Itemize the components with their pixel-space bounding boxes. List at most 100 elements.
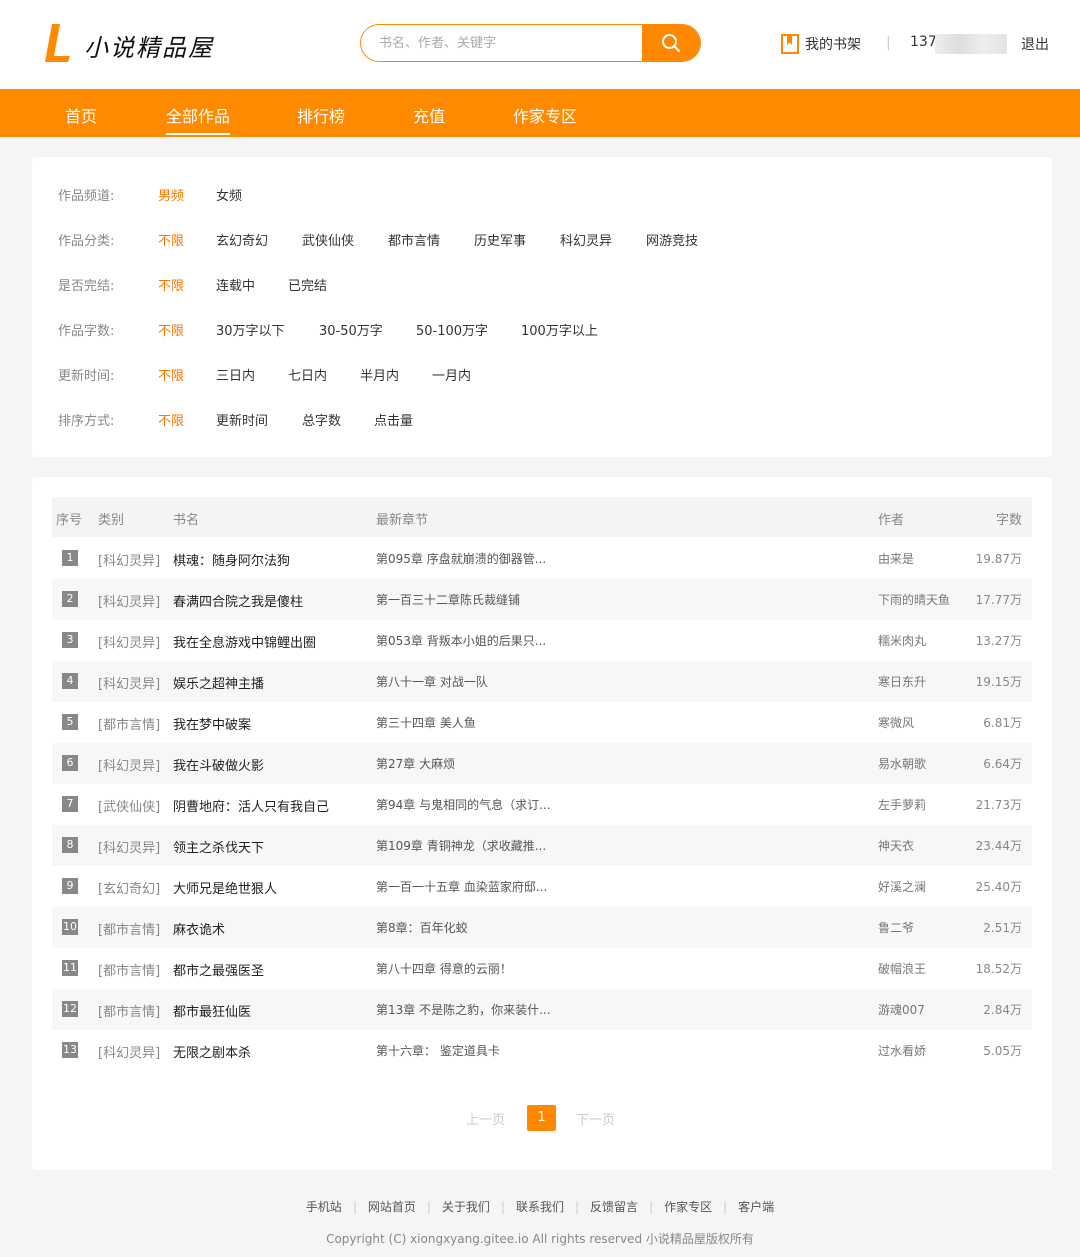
- filter-option[interactable]: 50-100万字: [416, 320, 488, 339]
- row-book-name[interactable]: 都市最狂仙医: [173, 1001, 363, 1020]
- filter-option[interactable]: 不限: [158, 275, 184, 294]
- row-author[interactable]: 游魂007: [878, 1001, 925, 1018]
- row-latest-chapter[interactable]: 第095章 序盘就崩溃的御器管...: [376, 550, 566, 567]
- row-author[interactable]: 左手萝莉: [878, 796, 926, 813]
- footer-link-feedback[interactable]: 反馈留言: [579, 1200, 649, 1214]
- row-author[interactable]: 鲁二爷: [878, 919, 914, 936]
- row-category[interactable]: [都市言情]: [98, 1001, 160, 1020]
- row-latest-chapter[interactable]: 第13章 不是陈之豹，你来装什...: [376, 1001, 566, 1018]
- filter-option[interactable]: 七日内: [288, 365, 327, 384]
- filter-option[interactable]: 男频: [158, 185, 184, 204]
- row-category[interactable]: [科幻灵异]: [98, 755, 160, 774]
- row-author[interactable]: 糯米肉丸: [878, 632, 926, 649]
- filter-option[interactable]: 总字数: [302, 410, 341, 429]
- row-author[interactable]: 过水看娇: [878, 1042, 926, 1059]
- row-category[interactable]: [科幻灵异]: [98, 837, 160, 856]
- filter-option[interactable]: 点击量: [374, 410, 413, 429]
- search-input[interactable]: [361, 25, 644, 61]
- filter-option[interactable]: 半月内: [360, 365, 399, 384]
- row-latest-chapter[interactable]: 第十六章： 鉴定道具卡: [376, 1042, 566, 1059]
- table-row[interactable]: 13 [科幻灵异] 无限之剧本杀 第十六章： 鉴定道具卡 过水看娇 5.05万: [52, 1030, 1032, 1071]
- my-bookshelf-link[interactable]: 我的书架: [781, 33, 861, 55]
- footer-link-contact[interactable]: 联系我们: [505, 1200, 575, 1214]
- row-author[interactable]: 神天衣: [878, 837, 914, 854]
- footer-link-about[interactable]: 关于我们: [431, 1200, 501, 1214]
- prev-page-button[interactable]: 上一页: [466, 1109, 505, 1128]
- row-book-name[interactable]: 无限之剧本杀: [173, 1042, 363, 1061]
- table-row[interactable]: 10 [都市言情] 麻衣诡术 第8章：百年化蛟 鲁二爷 2.51万: [52, 907, 1032, 948]
- filter-option[interactable]: 都市言情: [388, 230, 440, 249]
- filter-option[interactable]: 一月内: [432, 365, 471, 384]
- table-row[interactable]: 9 [玄幻奇幻] 大师兄是绝世狠人 第一百一十五章 血染蓝家府邸... 好溪之澜 25.4…: [52, 866, 1032, 907]
- footer-link-home[interactable]: 网站首页: [357, 1200, 427, 1214]
- filter-option[interactable]: 不限: [158, 410, 184, 429]
- row-category[interactable]: [都市言情]: [98, 919, 160, 938]
- table-row[interactable]: 5 [都市言情] 我在梦中破案 第三十四章 美人鱼 寒微风 6.81万: [52, 702, 1032, 743]
- row-latest-chapter[interactable]: 第八十四章 得意的云丽！: [376, 960, 566, 977]
- row-category[interactable]: [都市言情]: [98, 714, 160, 733]
- table-row[interactable]: 4 [科幻灵异] 娱乐之超神主播 第八十一章 对战一队 寒日东升 19.15万: [52, 661, 1032, 702]
- logout-link[interactable]: 退出: [1021, 34, 1049, 54]
- filter-option[interactable]: 已完结: [288, 275, 327, 294]
- filter-option[interactable]: 不限: [158, 365, 184, 384]
- row-book-name[interactable]: 棋魂：随身阿尔法狗: [173, 550, 363, 569]
- row-latest-chapter[interactable]: 第八十一章 对战一队: [376, 673, 566, 690]
- row-author[interactable]: 寒日东升: [878, 673, 926, 690]
- row-latest-chapter[interactable]: 第27章 大麻烦: [376, 755, 566, 772]
- row-book-name[interactable]: 都市之最强医圣: [173, 960, 363, 979]
- row-author[interactable]: 下雨的晴天鱼: [878, 591, 950, 608]
- row-latest-chapter[interactable]: 第053章 背叛本小姐的后果只...: [376, 632, 566, 649]
- filter-option[interactable]: 女频: [216, 185, 242, 204]
- table-row[interactable]: 1 [科幻灵异] 棋魂：随身阿尔法狗 第095章 序盘就崩溃的御器管... 由来是 19.…: [52, 538, 1032, 579]
- table-row[interactable]: 12 [都市言情] 都市最狂仙医 第13章 不是陈之豹，你来装什... 游魂007 2.8…: [52, 989, 1032, 1030]
- row-book-name[interactable]: 大师兄是绝世狠人: [173, 878, 363, 897]
- filter-option[interactable]: 更新时间: [216, 410, 268, 429]
- row-category[interactable]: [科幻灵异]: [98, 673, 160, 692]
- row-book-name[interactable]: 我在梦中破案: [173, 714, 363, 733]
- table-row[interactable]: 2 [科幻灵异] 春满四合院之我是傻柱 第一百三十二章陈氏裁缝铺 下雨的晴天鱼 17.77…: [52, 579, 1032, 620]
- row-author[interactable]: 寒微风: [878, 714, 914, 731]
- filter-option[interactable]: 30万字以下: [216, 320, 285, 339]
- filter-option[interactable]: 不限: [158, 230, 184, 249]
- row-category[interactable]: [科幻灵异]: [98, 550, 160, 569]
- footer-link-client[interactable]: 客户端: [727, 1200, 785, 1214]
- row-category[interactable]: [武侠仙侠]: [98, 796, 160, 815]
- current-page[interactable]: 1: [527, 1105, 556, 1131]
- table-row[interactable]: 8 [科幻灵异] 领主之杀伐天下 第109章 青铜神龙（求收藏推... 神天衣 23.44…: [52, 825, 1032, 866]
- filter-option[interactable]: 玄幻奇幻: [216, 230, 268, 249]
- footer-link-mobile[interactable]: 手机站: [295, 1200, 353, 1214]
- search-button[interactable]: [642, 25, 700, 61]
- nav-home[interactable]: 首页: [65, 103, 97, 127]
- row-book-name[interactable]: 我在斗破做火影: [173, 755, 363, 774]
- footer-link-author[interactable]: 作家专区: [653, 1200, 723, 1214]
- user-account[interactable]: 137: [910, 34, 937, 50]
- filter-option[interactable]: 连载中: [216, 275, 255, 294]
- row-latest-chapter[interactable]: 第一百一十五章 血染蓝家府邸...: [376, 878, 566, 895]
- row-category[interactable]: [科幻灵异]: [98, 591, 160, 610]
- row-category[interactable]: [玄幻奇幻]: [98, 878, 160, 897]
- row-author[interactable]: 易水朝歌: [878, 755, 926, 772]
- row-latest-chapter[interactable]: 第94章 与鬼相同的气息（求订...: [376, 796, 566, 813]
- nav-rankings[interactable]: 排行榜: [297, 103, 345, 127]
- row-author[interactable]: 破帽浪王: [878, 960, 926, 977]
- filter-option[interactable]: 不限: [158, 320, 184, 339]
- row-latest-chapter[interactable]: 第8章：百年化蛟: [376, 919, 566, 936]
- table-row[interactable]: 3 [科幻灵异] 我在全息游戏中锦鲤出圈 第053章 背叛本小姐的后果只... 糯米肉丸…: [52, 620, 1032, 661]
- filter-option[interactable]: 网游竞技: [646, 230, 698, 249]
- filter-option[interactable]: 三日内: [216, 365, 255, 384]
- filter-option[interactable]: 历史军事: [474, 230, 526, 249]
- row-book-name[interactable]: 娱乐之超神主播: [173, 673, 363, 692]
- filter-option[interactable]: 武侠仙侠: [302, 230, 354, 249]
- row-book-name[interactable]: 领主之杀伐天下: [173, 837, 363, 856]
- row-book-name[interactable]: 麻衣诡术: [173, 919, 363, 938]
- table-row[interactable]: 6 [科幻灵异] 我在斗破做火影 第27章 大麻烦 易水朝歌 6.64万: [52, 743, 1032, 784]
- filter-option[interactable]: 100万字以上: [521, 320, 598, 339]
- row-latest-chapter[interactable]: 第三十四章 美人鱼: [376, 714, 566, 731]
- filter-option[interactable]: 科幻灵异: [560, 230, 612, 249]
- row-book-name[interactable]: 阴曹地府：活人只有我自己: [173, 796, 363, 815]
- nav-all-works[interactable]: 全部作品: [166, 103, 231, 135]
- row-book-name[interactable]: 春满四合院之我是傻柱: [173, 591, 363, 610]
- row-book-name[interactable]: 我在全息游戏中锦鲤出圈: [173, 632, 363, 651]
- row-author[interactable]: 好溪之澜: [878, 878, 926, 895]
- table-row[interactable]: 11 [都市言情] 都市之最强医圣 第八十四章 得意的云丽！ 破帽浪王 18.52万: [52, 948, 1032, 989]
